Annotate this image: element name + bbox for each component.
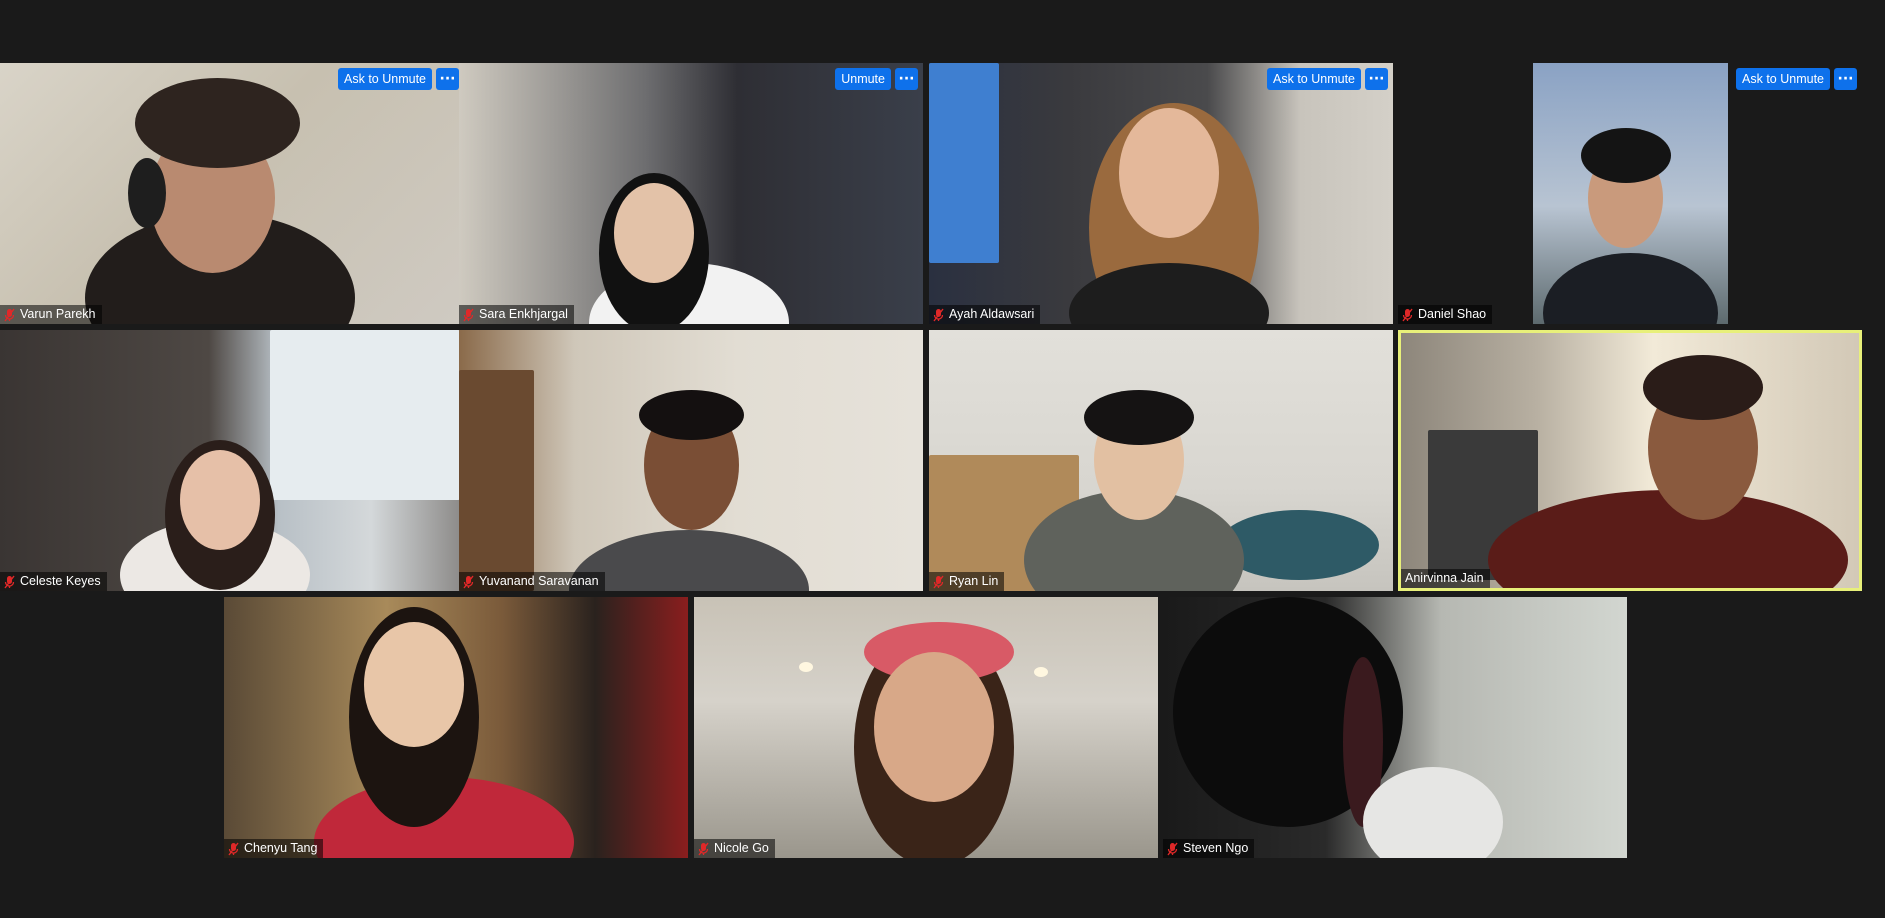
muted-mic-icon	[463, 575, 474, 588]
video-feed	[1398, 330, 1862, 591]
tile-controls: Unmute ···	[835, 68, 918, 90]
person-silhouette	[1363, 767, 1503, 858]
participant-name: Celeste Keyes	[20, 574, 101, 588]
participant-name: Varun Parekh	[20, 307, 96, 321]
participant-nametag: Steven Ngo	[1163, 839, 1255, 858]
tile-controls: Ask to Unmute ···	[338, 68, 459, 90]
video-tile-ayah-aldawsari[interactable]: Ask to Unmute ··· Ayah Aldawsari	[929, 63, 1393, 324]
ceiling-light	[799, 662, 813, 672]
participant-name: Chenyu Tang	[244, 841, 318, 855]
more-options-button[interactable]: ···	[436, 68, 459, 90]
person-face	[364, 622, 464, 747]
participant-nametag: Nicole Go	[694, 839, 775, 858]
video-tile-ryan-lin[interactable]: Ryan Lin	[929, 330, 1393, 591]
tile-controls: Ask to Unmute ···	[1736, 68, 1857, 90]
person-hair	[1084, 390, 1194, 445]
person-hair	[1581, 128, 1671, 183]
participant-nametag: Daniel Shao	[1398, 305, 1493, 324]
headphones	[128, 158, 166, 228]
participant-nametag: Varun Parekh	[0, 305, 102, 324]
person-face	[180, 450, 260, 550]
muted-mic-icon	[698, 842, 709, 855]
participant-name: Anirvinna Jain	[1405, 571, 1484, 585]
person-silhouette	[1543, 253, 1718, 324]
participant-nametag: Celeste Keyes	[0, 572, 107, 591]
video-tile-sara-enkhjargal[interactable]: Unmute ··· Sara Enkhjargal	[459, 63, 923, 324]
participant-nametag: Chenyu Tang	[224, 839, 324, 858]
poster	[929, 63, 999, 263]
participant-name: Daniel Shao	[1418, 307, 1487, 321]
video-feed	[1163, 597, 1627, 858]
video-feed	[1533, 63, 1728, 324]
person-face	[874, 652, 994, 802]
video-feed	[929, 330, 1393, 591]
window	[270, 330, 460, 500]
video-tile-daniel-shao[interactable]: Ask to Unmute ··· Daniel Shao	[1398, 63, 1862, 324]
person-hair	[639, 390, 744, 440]
ask-to-unmute-button[interactable]: Ask to Unmute	[1267, 68, 1361, 90]
participant-name: Sara Enkhjargal	[479, 307, 568, 321]
participant-name: Steven Ngo	[1183, 841, 1249, 855]
person-face	[614, 183, 694, 283]
more-options-button[interactable]: ···	[895, 68, 918, 90]
gallery-view: Ask to Unmute ··· Varun Parekh Unmute ··…	[0, 0, 1885, 918]
video-feed	[694, 597, 1158, 858]
participant-nametag: Sara Enkhjargal	[459, 305, 574, 324]
video-feed	[459, 63, 923, 324]
person-hair	[135, 78, 300, 168]
more-options-button[interactable]: ···	[1834, 68, 1857, 90]
muted-mic-icon	[933, 308, 944, 321]
video-feed	[0, 63, 464, 324]
participant-nametag: Yuvanand Saravanan	[459, 572, 605, 591]
video-tile-celeste-keyes[interactable]: Celeste Keyes	[0, 330, 464, 591]
muted-mic-icon	[463, 308, 474, 321]
tile-controls: Ask to Unmute ···	[1267, 68, 1388, 90]
person-silhouette	[1488, 490, 1848, 591]
ask-to-unmute-button[interactable]: Ask to Unmute	[338, 68, 432, 90]
participant-name: Ryan Lin	[949, 574, 999, 588]
video-feed	[459, 330, 923, 591]
muted-mic-icon	[4, 308, 15, 321]
person-hair	[1643, 355, 1763, 420]
ask-to-unmute-button[interactable]: Ask to Unmute	[1736, 68, 1830, 90]
blanket	[1219, 510, 1379, 580]
video-feed	[0, 330, 464, 591]
muted-mic-icon	[228, 842, 239, 855]
participant-name: Ayah Aldawsari	[949, 307, 1035, 321]
wardrobe	[459, 370, 534, 591]
ceiling-light	[1034, 667, 1048, 677]
participant-nametag: Anirvinna Jain	[1401, 569, 1490, 588]
video-tile-chenyu-tang[interactable]: Chenyu Tang	[224, 597, 688, 858]
more-options-button[interactable]: ···	[1365, 68, 1388, 90]
participant-nametag: Ayah Aldawsari	[929, 305, 1041, 324]
participant-nametag: Ryan Lin	[929, 572, 1005, 591]
video-tile-nicole-go[interactable]: Nicole Go	[694, 597, 1158, 858]
person-silhouette	[569, 530, 809, 591]
participant-name: Yuvanand Saravanan	[479, 574, 599, 588]
muted-mic-icon	[1402, 308, 1413, 321]
muted-mic-icon	[933, 575, 944, 588]
muted-mic-icon	[1167, 842, 1178, 855]
person-face	[1119, 108, 1219, 238]
video-tile-varun-parekh[interactable]: Ask to Unmute ··· Varun Parekh	[0, 63, 464, 324]
video-tile-steven-ngo[interactable]: Steven Ngo	[1163, 597, 1627, 858]
muted-mic-icon	[4, 575, 15, 588]
participant-name: Nicole Go	[714, 841, 769, 855]
video-tile-anirvinna-jain[interactable]: Anirvinna Jain	[1398, 330, 1862, 591]
unmute-button[interactable]: Unmute	[835, 68, 891, 90]
video-feed	[929, 63, 1393, 324]
video-tile-yuvanand-saravanan[interactable]: Yuvanand Saravanan	[459, 330, 923, 591]
video-feed	[224, 597, 688, 858]
